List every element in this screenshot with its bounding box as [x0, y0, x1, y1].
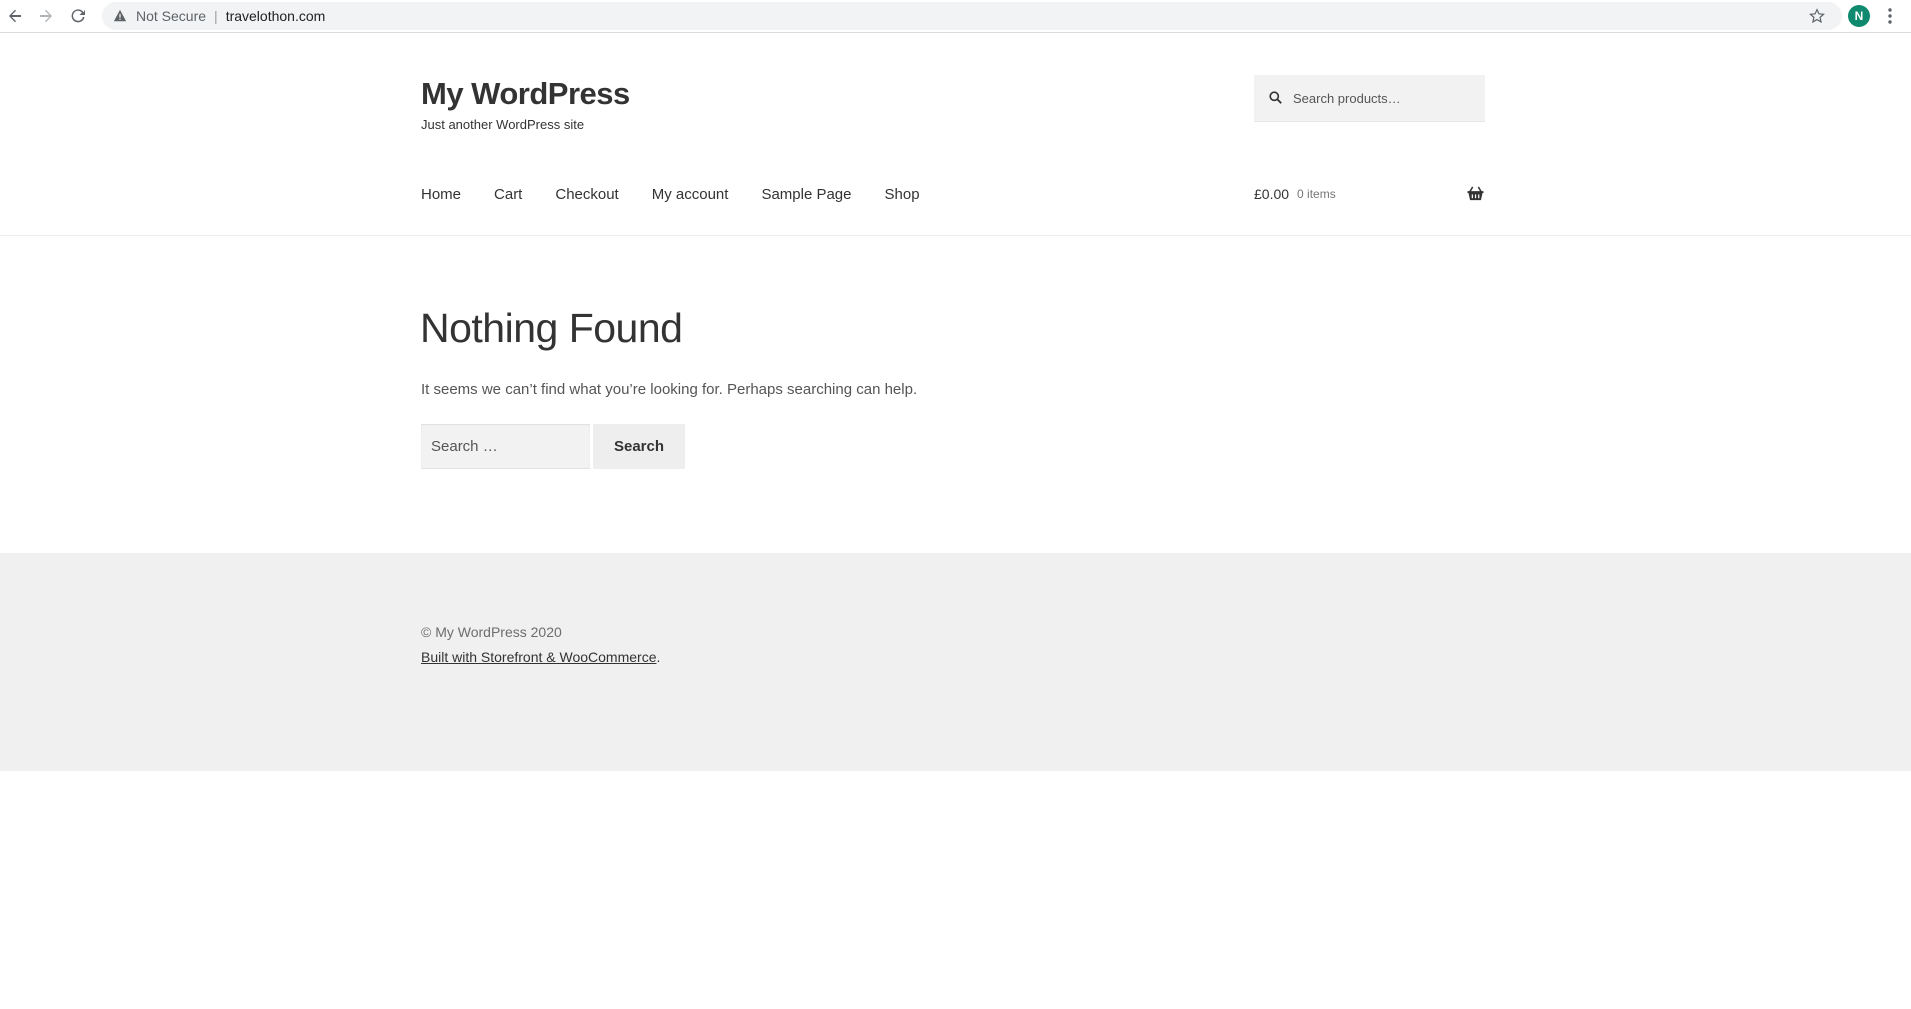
site-tagline: Just another WordPress site: [421, 117, 585, 132]
storefront-credit-link[interactable]: Built with Storefront & WooCommerce: [421, 649, 657, 665]
basket-icon[interactable]: [1467, 186, 1485, 204]
search-input[interactable]: [421, 424, 590, 469]
product-search-input[interactable]: [1291, 89, 1471, 107]
header-divider: [0, 235, 1911, 236]
site-footer: © My WordPress 2020 Built with Storefron…: [0, 553, 1911, 771]
back-arrow-icon[interactable]: [3, 4, 27, 28]
credit-suffix: .: [656, 649, 661, 665]
address-separator: |: [214, 8, 218, 24]
reload-icon[interactable]: [66, 4, 90, 28]
product-search[interactable]: [1254, 75, 1485, 122]
cart-item-count: 0 items: [1297, 187, 1336, 201]
header-cart[interactable]: £0.00 0 items: [1254, 186, 1485, 202]
kebab-menu-icon[interactable]: [1882, 5, 1898, 27]
warning-icon: [112, 8, 128, 24]
footer-copyright: © My WordPress 2020: [421, 624, 562, 640]
bookmark-star-icon[interactable]: [1806, 5, 1828, 27]
search-button[interactable]: Search: [593, 424, 685, 469]
not-found-message: It seems we can’t find what you’re looki…: [421, 381, 918, 398]
nav-item-home[interactable]: Home: [421, 186, 461, 203]
nav-item-sample-page[interactable]: Sample Page: [761, 186, 851, 203]
forward-arrow-icon[interactable]: [34, 4, 58, 28]
nav-item-cart[interactable]: Cart: [494, 186, 522, 203]
primary-navigation: Home Cart Checkout My account Sample Pag…: [421, 186, 953, 203]
site-title[interactable]: My WordPress: [421, 76, 630, 112]
nav-item-checkout[interactable]: Checkout: [555, 186, 618, 203]
cart-amount: £0.00: [1254, 186, 1290, 202]
profile-avatar[interactable]: N: [1848, 5, 1870, 27]
address-bar[interactable]: Not Secure | travelothon.com: [102, 2, 1842, 30]
browser-toolbar: Not Secure | travelothon.com N: [0, 0, 1911, 33]
url-text[interactable]: travelothon.com: [226, 8, 326, 24]
security-status[interactable]: Not Secure: [136, 8, 206, 24]
footer-credit: Built with Storefront & WooCommerce.: [421, 649, 660, 665]
nav-item-shop[interactable]: Shop: [885, 186, 920, 203]
search-form: Search: [421, 424, 685, 469]
nav-item-my-account[interactable]: My account: [652, 186, 729, 203]
search-icon: [1269, 91, 1283, 105]
page-title: Nothing Found: [420, 305, 683, 351]
